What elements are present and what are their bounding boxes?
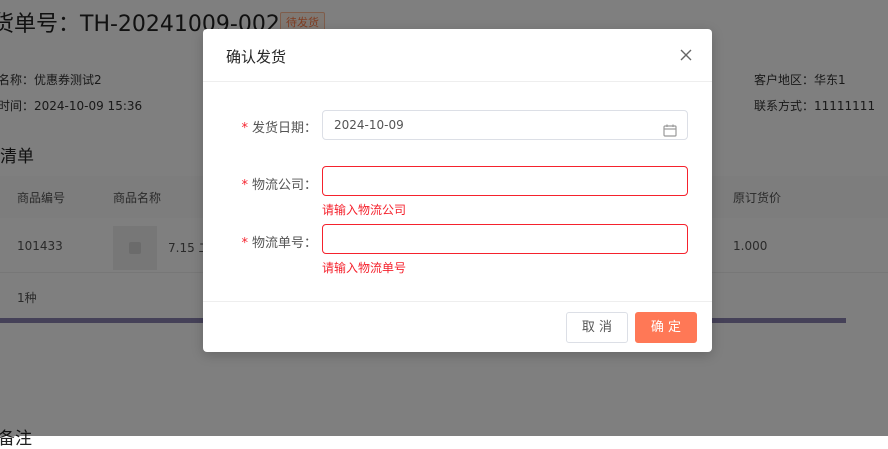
confirm-shipment-dialog: 确认发货 * 发货日期： 2024-10-09 * 物流公司： 请输入物流公司 …: [203, 29, 712, 352]
logistics-company-input[interactable]: [322, 166, 688, 196]
cancel-button[interactable]: 取 消: [566, 312, 628, 343]
tracking-number-label: 物流单号：: [251, 236, 317, 251]
logistics-company-label: 物流公司：: [251, 178, 317, 193]
ship-date-value: 2024-10-09: [334, 118, 404, 132]
close-icon[interactable]: [678, 47, 694, 63]
dialog-header: 确认发货: [203, 29, 712, 82]
field-label: * 物流单号：: [241, 232, 317, 251]
required-asterisk: *: [241, 121, 248, 136]
field-label: * 物流公司：: [241, 174, 317, 193]
calendar-icon[interactable]: [663, 119, 677, 137]
tracking-number-error: 请输入物流单号: [322, 261, 407, 275]
required-asterisk: *: [241, 178, 248, 193]
field-label: * 发货日期：: [241, 117, 317, 136]
dialog-footer: 取 消 确 定: [203, 301, 712, 353]
ship-date-picker[interactable]: 2024-10-09: [322, 110, 688, 140]
dialog-title: 确认发货: [226, 48, 287, 66]
tracking-number-input[interactable]: [322, 224, 688, 254]
logistics-company-error: 请输入物流公司: [322, 203, 407, 217]
required-asterisk: *: [241, 236, 248, 251]
ship-date-label: 发货日期：: [251, 121, 317, 136]
confirm-button[interactable]: 确 定: [635, 312, 697, 343]
